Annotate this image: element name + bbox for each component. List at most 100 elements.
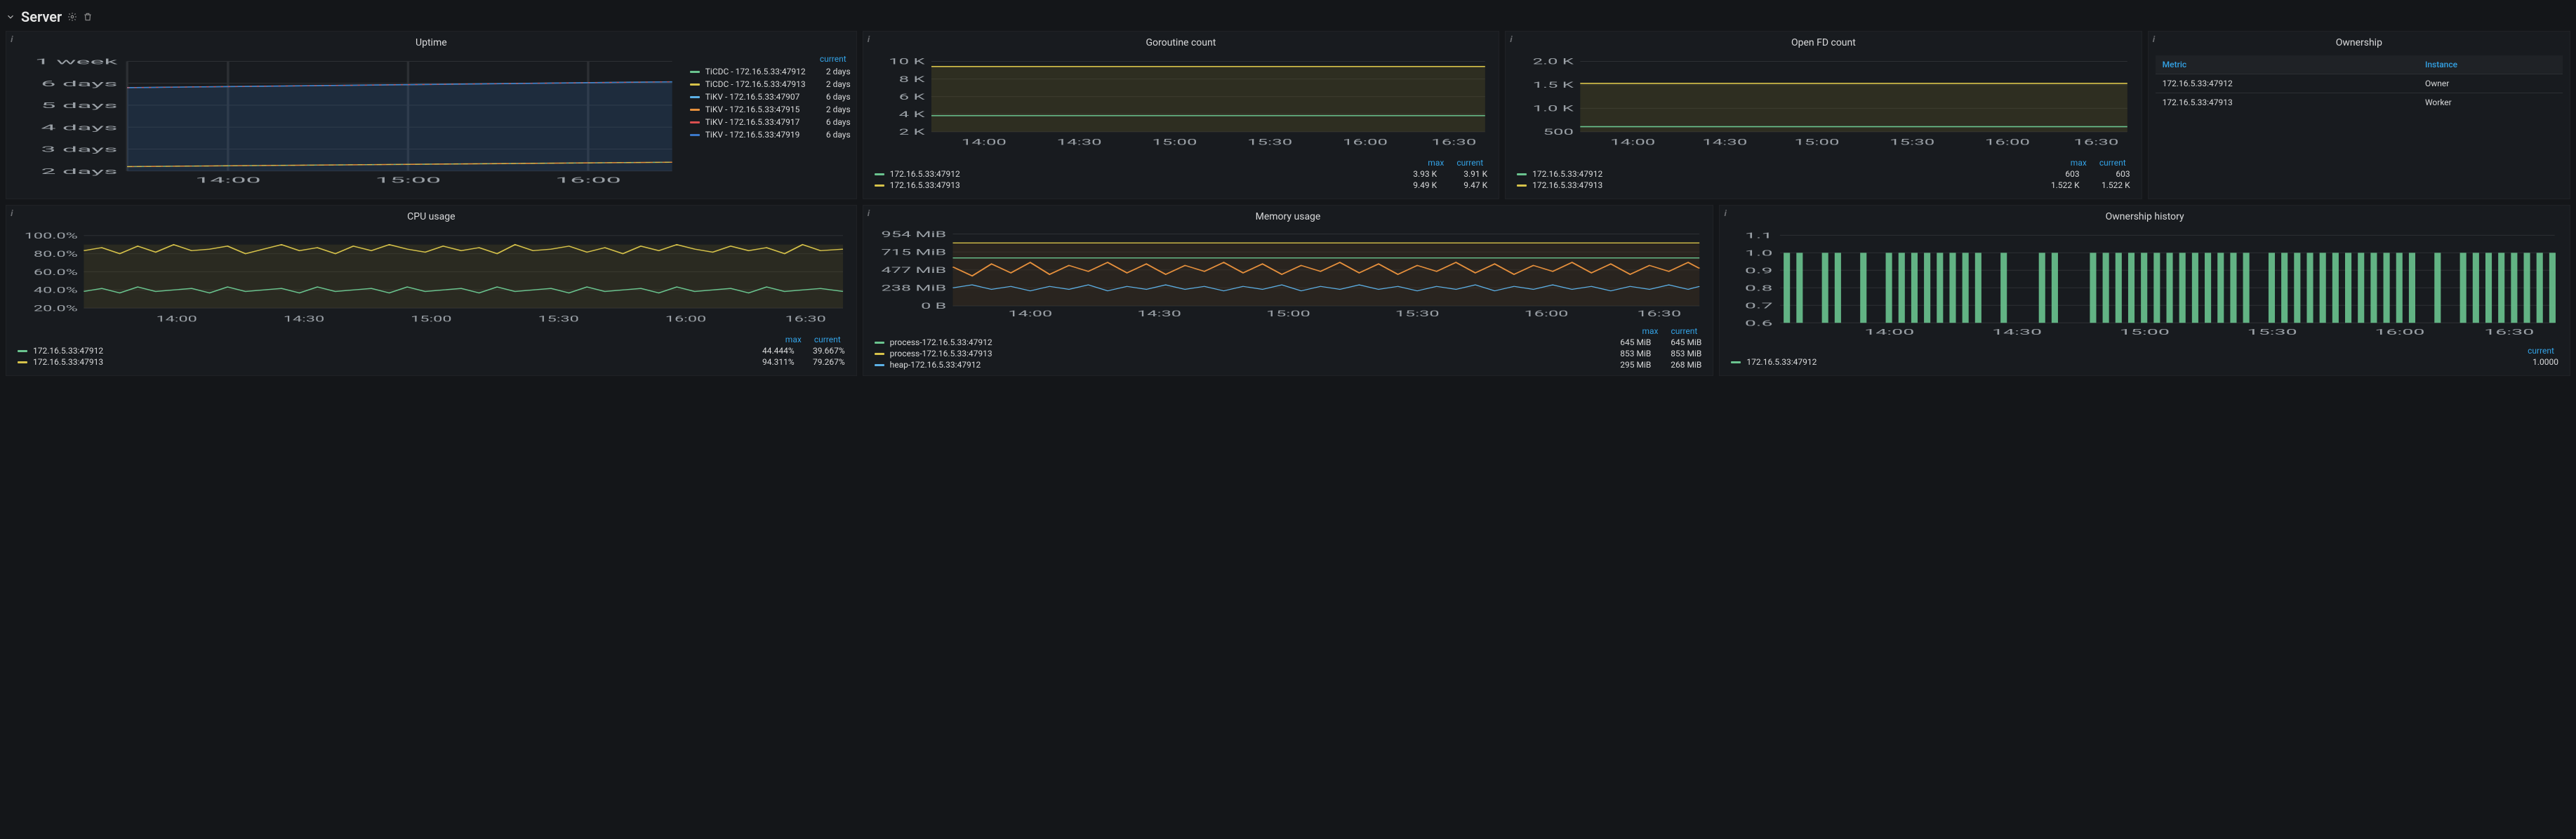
panel-title: Ownership history — [1722, 208, 2567, 225]
panel-title: CPU usage — [9, 208, 854, 225]
col-max[interactable]: max — [2071, 158, 2087, 168]
info-icon[interactable]: 𝒊 — [868, 34, 870, 45]
svg-text:15:00: 15:00 — [1794, 137, 1839, 147]
panel-goroutine: 𝒊 Goroutine count — [863, 31, 1500, 199]
legend-item[interactable]: TiKV - 172.16.5.33:479152 days — [690, 105, 851, 114]
panel-title: Ownership — [2151, 34, 2567, 51]
info-icon[interactable]: 𝒊 — [2153, 34, 2155, 45]
legend-item[interactable]: 172.16.5.33:47912603603 — [1517, 169, 2130, 179]
col-max[interactable]: max — [785, 335, 802, 344]
row-title: Server — [21, 8, 62, 25]
legend-item[interactable]: TiKV - 172.16.5.33:479076 days — [690, 92, 851, 102]
legend-item[interactable]: 172.16.5.33:479121.0000 — [1731, 357, 2558, 367]
col-current[interactable]: current — [2528, 346, 2554, 356]
panel-uptime: 𝒊 Uptime — [6, 31, 857, 199]
legend-item[interactable]: TiKV - 172.16.5.33:479176 days — [690, 117, 851, 127]
legend-item[interactable]: heap-172.16.5.33:47912295 MiB268 MiB — [875, 360, 1702, 370]
trash-icon[interactable] — [83, 12, 93, 22]
svg-text:1.0: 1.0 — [1745, 249, 1773, 258]
table-row: 172.16.5.33:47913Worker — [2156, 93, 2563, 112]
svg-text:238 MiB: 238 MiB — [881, 283, 946, 293]
svg-text:10 K: 10 K — [889, 57, 925, 66]
svg-text:80.0%: 80.0% — [34, 249, 78, 259]
panel-ownership-history: 𝒊 Ownership history 1.1 1.0 — [1719, 205, 2570, 376]
legend-memory: max current process-172.16.5.33:47912645 … — [869, 323, 1708, 370]
legend-item[interactable]: TiCDC - 172.16.5.33:479122 days — [690, 67, 851, 76]
svg-text:3 days: 3 days — [41, 145, 117, 154]
panel-memory: 𝒊 Memory usage — [863, 205, 1714, 376]
info-icon[interactable]: 𝒊 — [1510, 34, 1512, 45]
svg-text:16:30: 16:30 — [1431, 137, 1476, 147]
col-current[interactable]: current — [814, 335, 841, 344]
legend-openfd: max current 172.16.5.33:47912603603 172.1… — [1511, 155, 2136, 193]
svg-text:0 B: 0 B — [921, 301, 946, 311]
info-icon[interactable]: 𝒊 — [868, 208, 870, 219]
svg-text:16:30: 16:30 — [2485, 328, 2535, 337]
col-metric[interactable]: Metric — [2156, 55, 2418, 74]
svg-text:16:00: 16:00 — [665, 314, 706, 324]
col-current[interactable]: current — [1671, 326, 1697, 336]
svg-text:16:00: 16:00 — [1343, 137, 1388, 147]
svg-text:14:00: 14:00 — [195, 175, 261, 185]
chart-ownership-history[interactable]: 1.1 1.0 0.9 0.8 0.7 0.6 14:00 14:30 15:0… — [1725, 228, 2564, 337]
info-icon[interactable]: 𝒊 — [11, 34, 13, 45]
svg-text:6 K: 6 K — [898, 92, 925, 101]
svg-text:14:00: 14:00 — [1008, 309, 1052, 318]
chart-goroutine[interactable]: 10 K 8 K 6 K 4 K 2 K 14:00 14:30 15:00 1… — [869, 54, 1494, 149]
svg-text:15:30: 15:30 — [2248, 328, 2297, 337]
col-instance[interactable]: Instance — [2418, 55, 2563, 74]
legend-goroutine: max current 172.16.5.33:479123.93 K3.91 K… — [869, 155, 1494, 193]
legend-uptime: current TiCDC - 172.16.5.33:479122 days … — [690, 54, 851, 193]
panel-title: Open FD count — [1508, 34, 2139, 51]
svg-text:16:30: 16:30 — [785, 314, 825, 324]
chart-openfd[interactable]: 2.0 K 1.5 K 1.0 K 500 14:00 14:30 15:00 … — [1511, 54, 2136, 149]
chart-uptime[interactable]: 1 week 6 days 5 days 4 days 3 days 2 day… — [12, 54, 684, 193]
panel-openfd: 𝒊 Open FD count 2.0 K 1.5 K 1.0 — [1505, 31, 2142, 199]
legend-item[interactable]: process-172.16.5.33:47913853 MiB853 MiB — [875, 349, 1702, 358]
legend-item[interactable]: 172.16.5.33:479139.49 K9.47 K — [875, 180, 1488, 190]
svg-text:14:00: 14:00 — [156, 314, 197, 324]
svg-text:500: 500 — [1543, 128, 1574, 137]
legend-item[interactable]: TiKV - 172.16.5.33:479196 days — [690, 130, 851, 140]
col-max[interactable]: max — [1642, 326, 1658, 336]
svg-text:4 days: 4 days — [41, 123, 117, 133]
ownership-table: Metric Instance 172.16.5.33:47912Owner 1… — [2156, 55, 2563, 112]
legend-item[interactable]: process-172.16.5.33:47912645 MiB645 MiB — [875, 337, 1702, 347]
svg-text:16:00: 16:00 — [555, 175, 621, 185]
svg-text:16:00: 16:00 — [1985, 137, 2030, 147]
svg-text:5 days: 5 days — [41, 100, 117, 110]
svg-text:1.1: 1.1 — [1745, 231, 1773, 241]
legend-item[interactable]: 172.16.5.33:479131.522 K1.522 K — [1517, 180, 2130, 190]
svg-text:0.9: 0.9 — [1745, 266, 1773, 275]
svg-text:15:00: 15:00 — [411, 314, 451, 324]
col-max[interactable]: max — [1428, 158, 1444, 168]
svg-text:14:00: 14:00 — [1865, 328, 1915, 337]
svg-text:14:30: 14:30 — [1992, 328, 2042, 337]
legend-item[interactable]: 172.16.5.33:479123.93 K3.91 K — [875, 169, 1488, 179]
collapse-row-chevron-icon[interactable] — [6, 12, 15, 22]
svg-text:15:00: 15:00 — [1152, 137, 1197, 147]
info-icon[interactable]: 𝒊 — [11, 208, 13, 219]
svg-text:15:30: 15:30 — [1395, 309, 1439, 318]
legend-item[interactable]: 172.16.5.33:4791394.311%79.267% — [18, 357, 845, 367]
col-current[interactable]: current — [820, 54, 847, 64]
panel-ownership: 𝒊 Ownership Metric Instance 172.16.5.33:… — [2148, 31, 2570, 199]
svg-text:14:30: 14:30 — [1137, 309, 1181, 318]
chart-memory[interactable]: 954 MiB 715 MiB 477 MiB 238 MiB 0 B 14:0… — [869, 228, 1708, 318]
svg-text:20.0%: 20.0% — [34, 304, 78, 314]
chart-cpu[interactable]: 100.0% 80.0% 60.0% 40.0% 20.0% 14:00 14:… — [12, 228, 851, 326]
legend-item[interactable]: 172.16.5.33:4791244.444%39.667% — [18, 346, 845, 356]
legend-item[interactable]: TiCDC - 172.16.5.33:479132 days — [690, 79, 851, 89]
info-icon[interactable]: 𝒊 — [1724, 208, 1726, 219]
gear-icon[interactable] — [67, 12, 77, 22]
svg-text:14:00: 14:00 — [961, 137, 1006, 147]
svg-text:15:30: 15:30 — [1247, 137, 1292, 147]
svg-text:2 days: 2 days — [41, 166, 117, 176]
svg-text:4 K: 4 K — [898, 110, 925, 119]
svg-text:15:00: 15:00 — [376, 175, 441, 185]
col-current[interactable]: current — [1456, 158, 1483, 168]
col-current[interactable]: current — [2099, 158, 2126, 168]
svg-text:16:30: 16:30 — [1637, 309, 1681, 318]
svg-text:1.0 K: 1.0 K — [1533, 104, 1574, 113]
panel-title: Goroutine count — [866, 34, 1496, 51]
